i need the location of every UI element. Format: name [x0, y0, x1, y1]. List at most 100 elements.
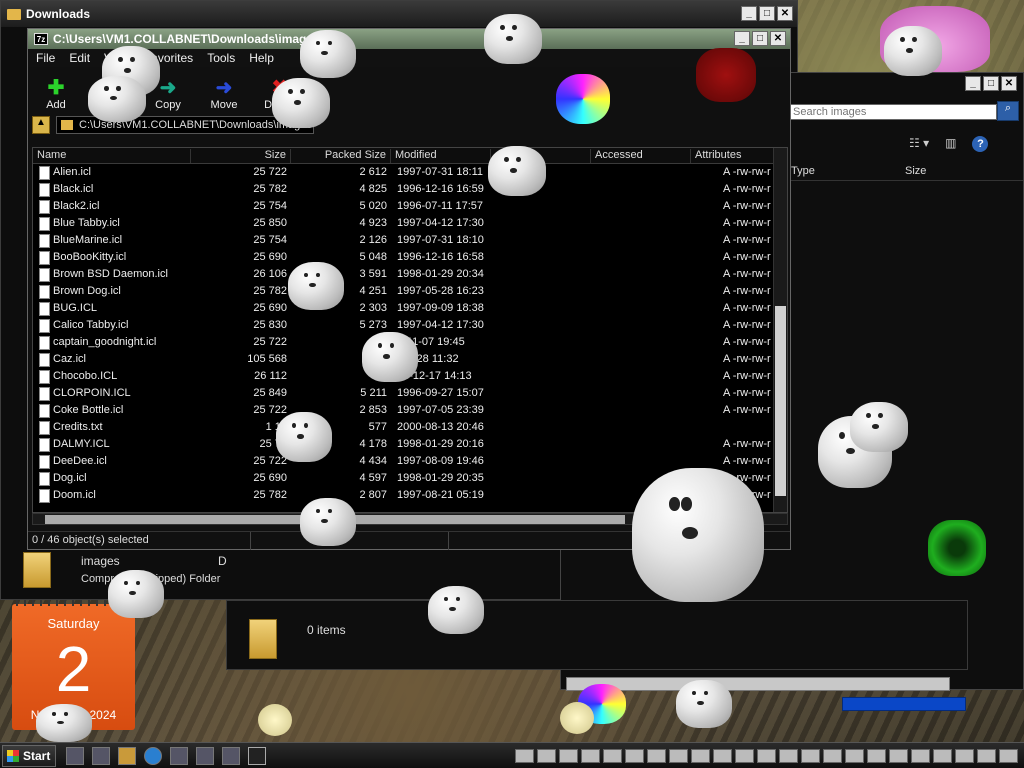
close-button[interactable]: ✕	[777, 6, 793, 21]
table-row[interactable]: Brown Dog.icl 25 782 4 251 1997-05-28 16:23…	[33, 283, 787, 300]
table-row[interactable]: Coke Bottle.icl 25 722 2 853 1997-07-05 23:…	[33, 402, 787, 419]
table-row[interactable]: Black.icl 25 782 4 825 1996-12-16 16:59 A -r…	[33, 181, 787, 198]
tray-icon[interactable]	[625, 748, 644, 763]
add-button[interactable]: ✚ Add	[36, 77, 76, 111]
tray-icon[interactable]	[889, 748, 908, 763]
file-item-images[interactable]: images Compressed (zipped) Folder D	[15, 548, 395, 594]
table-row[interactable]: DeeDee.icl 25 722 4 434 1997-08-09 19:46 A -…	[33, 453, 787, 470]
tray-icon[interactable]	[955, 748, 974, 763]
search-icon[interactable]: ⌕	[997, 101, 1019, 121]
tray-icon[interactable]	[669, 748, 688, 763]
polar-bear-sprite	[300, 30, 356, 78]
browser-icon[interactable]	[144, 746, 162, 765]
search-input[interactable]	[789, 104, 997, 120]
taskbar-app-icon[interactable]	[196, 746, 214, 765]
column-modified[interactable]: Modified	[391, 149, 491, 163]
tray-icon[interactable]	[845, 748, 864, 763]
show-desktop-icon[interactable]	[66, 746, 84, 765]
file-name: Caz.icl	[53, 353, 87, 365]
menu-file[interactable]: File	[36, 51, 55, 65]
file-name: BooBooKitty.icl	[53, 251, 127, 263]
tray-icon[interactable]	[867, 748, 886, 763]
polar-bear-sprite	[288, 262, 344, 310]
tray-icon[interactable]	[691, 748, 710, 763]
scroll-thumb[interactable]	[775, 306, 786, 496]
polar-bear-sprite	[484, 14, 542, 64]
column-accessed[interactable]: Accessed	[591, 149, 691, 163]
view-options-icon[interactable]: ☷ ▾	[909, 136, 929, 152]
polar-bear-sprite	[362, 332, 418, 382]
table-row[interactable]: BooBooKitty.icl 25 690 5 048 1996-12-16 16:…	[33, 249, 787, 266]
file-modified: 1996-09-27 15:07	[397, 387, 484, 399]
tray-icon[interactable]	[977, 748, 996, 763]
minimize-button[interactable]: _	[965, 76, 981, 91]
tray-icon[interactable]	[515, 748, 534, 763]
table-row[interactable]: Brown BSD Daemon.icl 26 106 3 591 1998-01-2…	[33, 266, 787, 283]
file-name: DALMY.ICL	[53, 438, 110, 450]
tray-icon[interactable]	[537, 748, 556, 763]
menu-tools[interactable]: Tools	[207, 51, 235, 65]
table-row[interactable]: DALMY.ICL 25 78 4 178 1998-01-29 20:16 A -rw…	[33, 436, 787, 453]
tray-icon[interactable]	[999, 748, 1018, 763]
column-packed-size[interactable]: Packed Size	[291, 149, 391, 163]
tray-icon[interactable]	[823, 748, 842, 763]
folder-up-icon[interactable]: ▲	[32, 116, 50, 134]
tray-icon[interactable]	[933, 748, 952, 763]
horizontal-scrollbar[interactable]	[566, 677, 950, 691]
polar-bear-sprite	[488, 146, 546, 196]
switch-windows-icon[interactable]	[92, 746, 110, 765]
maximize-button[interactable]: □	[752, 31, 768, 46]
sevenzip-titlebar[interactable]: 7z C:\Users\VM1.COLLABNET\Downloads\imag…	[28, 29, 790, 49]
column-name[interactable]: Name	[33, 149, 191, 163]
downloads-titlebar[interactable]: Downloads	[1, 1, 797, 27]
status-separator	[448, 532, 449, 550]
tray-icon[interactable]	[801, 748, 820, 763]
close-button[interactable]: ✕	[1001, 76, 1017, 91]
explorer-icon[interactable]	[118, 746, 136, 765]
tray-icon[interactable]	[559, 748, 578, 763]
minimize-button[interactable]: _	[734, 31, 750, 46]
taskbar-app-icon[interactable]	[170, 746, 188, 765]
tray-icon[interactable]	[603, 748, 622, 763]
column-attributes[interactable]: Attributes	[691, 149, 775, 163]
taskbar-app-icon[interactable]	[222, 746, 240, 765]
menu-help[interactable]: Help	[249, 51, 274, 65]
tray-icon[interactable]	[735, 748, 754, 763]
tray-icon[interactable]	[713, 748, 732, 763]
tray-icon[interactable]	[647, 748, 666, 763]
polar-bear-sprite	[300, 498, 356, 546]
file-packed-size: 4 597	[359, 472, 387, 484]
help-icon[interactable]: ?	[972, 136, 989, 152]
column-type[interactable]: Type	[791, 165, 815, 177]
preview-pane-icon[interactable]: ▥	[945, 136, 956, 152]
sevenzip-taskbar-icon[interactable]	[248, 746, 266, 765]
column-size[interactable]: Size	[905, 165, 926, 177]
table-row[interactable]: Black2.icl 25 754 5 020 1996-07-11 17:57 A -…	[33, 198, 787, 215]
column-size[interactable]: Size	[191, 149, 291, 163]
tray-icon[interactable]	[581, 748, 600, 763]
close-button[interactable]: ✕	[770, 31, 786, 46]
file-attributes: A -rw-rw-r	[723, 251, 771, 263]
file-size: 25 690	[253, 302, 287, 314]
minimize-button[interactable]: _	[741, 6, 757, 21]
vertical-scrollbar[interactable]	[773, 148, 787, 512]
maximize-button[interactable]: □	[759, 6, 775, 21]
start-button[interactable]: Start	[2, 744, 56, 767]
tray-icon[interactable]	[779, 748, 798, 763]
table-row[interactable]: Alien.icl 25 722 2 612 1997-07-31 18:11 A -r…	[33, 164, 787, 181]
tray-icon[interactable]	[911, 748, 930, 763]
file-attributes: A -rw-rw-r	[723, 370, 771, 382]
file-icon	[39, 404, 50, 418]
table-row[interactable]: BUG.ICL 25 690 2 303 1997-09-09 18:38 A -rw-…	[33, 300, 787, 317]
table-row[interactable]: BlueMarine.icl 25 754 2 126 1997-07-31 18:1…	[33, 232, 787, 249]
tray-icon[interactable]	[757, 748, 776, 763]
table-row[interactable]: CLORPOIN.ICL 25 849 5 211 1996-09-27 15:07 A…	[33, 385, 787, 402]
menu-edit[interactable]: Edit	[69, 51, 90, 65]
maximize-button[interactable]: □	[983, 76, 999, 91]
file-icon	[39, 234, 50, 248]
move-button[interactable]: ➜ Move	[204, 77, 244, 111]
table-row[interactable]: Credits.txt1 175772000-08-13 20:46	[33, 419, 787, 436]
file-attributes: A -rw-rw-r	[723, 404, 771, 416]
table-row[interactable]: Blue Tabby.icl 25 850 4 923 1997-04-12 17:3…	[33, 215, 787, 232]
table-row[interactable]: Calico Tabby.icl 25 830 5 273 1997-04-12 17…	[33, 317, 787, 334]
